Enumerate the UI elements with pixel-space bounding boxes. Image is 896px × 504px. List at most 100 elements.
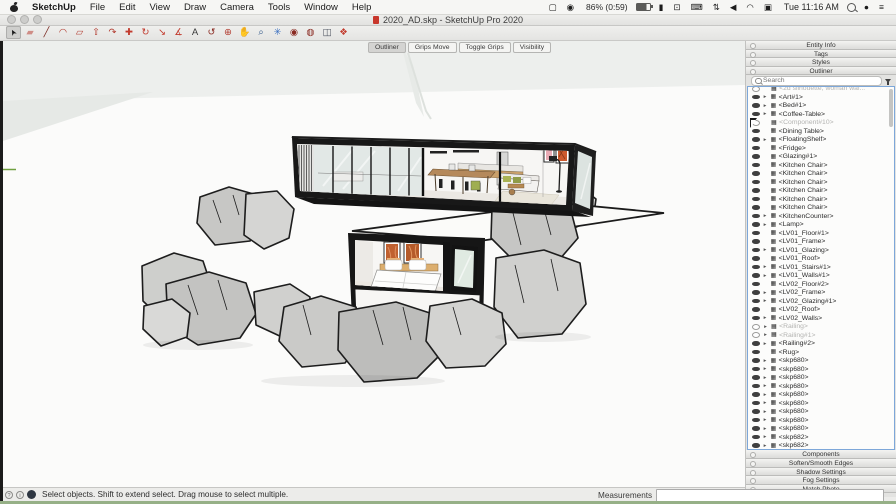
tool-button[interactable]: ❖ (336, 26, 351, 39)
status-icon[interactable]: i (16, 491, 24, 499)
outliner-row[interactable]: ▸ ▦ <skp680> (748, 356, 894, 365)
visibility-eye-icon[interactable] (752, 239, 760, 244)
outliner-row[interactable]: ▸ ▦ <skp680> (748, 424, 894, 433)
outliner-row[interactable]: ▸ ▦ <Art#1> (748, 93, 894, 102)
expand-arrow-icon[interactable]: ▸ (762, 443, 768, 449)
tray-section-header[interactable]: Tags (746, 50, 896, 59)
outliner-row[interactable]: ▸ ▦ <LV02_Floor#2> (748, 280, 894, 289)
visibility-eye-icon[interactable] (752, 214, 760, 219)
status-icon[interactable]: ? (5, 491, 13, 499)
expand-arrow-icon[interactable]: ▸ (762, 298, 768, 304)
outliner-row[interactable]: ▸ ▦ <skp680> (748, 390, 894, 399)
outliner-row[interactable]: ▸ ▦ <LV02_Glazing#1> (748, 297, 894, 306)
visibility-eye-icon[interactable] (752, 222, 760, 227)
outliner-row[interactable]: ▸ ▦ <skp680> (748, 399, 894, 408)
visibility-eye-icon[interactable] (752, 86, 760, 91)
menu-bar-icon[interactable]: ▣ (764, 2, 774, 12)
expand-arrow-icon[interactable]: ▸ (762, 426, 768, 432)
menu-item[interactable]: File (83, 2, 112, 13)
outliner-row[interactable]: ▸ ▦ <skp680> (748, 365, 894, 374)
tool-button[interactable]: ∡ (171, 26, 186, 39)
menu-bar-icon[interactable]: ● (864, 2, 871, 12)
menu-bar-icon[interactable]: ⊡ (673, 2, 682, 12)
outliner-row[interactable]: ▸ ▦ <skp682> (748, 441, 894, 450)
menu-item[interactable]: Draw (177, 2, 213, 13)
outliner-row[interactable]: ▸ ▦ <LV01_Roof> (748, 254, 894, 263)
expand-arrow-icon[interactable]: ▸ (762, 375, 768, 381)
visibility-eye-icon[interactable] (752, 375, 760, 380)
outliner-row[interactable]: ▸ ▦ <Kitchen Chair> (748, 186, 894, 195)
outliner-row[interactable]: ▸ ▦ <Kitchen Chair> (748, 195, 894, 204)
tool-button[interactable]: ⇧ (89, 26, 104, 39)
expand-arrow-icon[interactable]: ▸ (762, 222, 768, 228)
menu-bar-icon[interactable]: ◉ (567, 2, 576, 12)
tool-button[interactable]: ◍ (303, 26, 318, 39)
menu-bar-icon[interactable]: ◀ (730, 2, 739, 12)
visibility-eye-icon[interactable] (752, 163, 760, 168)
expand-arrow-icon[interactable]: ▸ (762, 247, 768, 253)
outliner-row[interactable]: ▸ ▦ <Kitchen Chair> (748, 178, 894, 187)
expand-arrow-icon[interactable]: ▸ (762, 111, 768, 117)
tray-section-header-outliner[interactable]: Outliner (746, 67, 896, 76)
outliner-row[interactable]: ▸ ▦ <skp680> (748, 382, 894, 391)
expand-arrow-icon[interactable]: ▸ (762, 341, 768, 347)
visibility-eye-icon[interactable] (752, 358, 760, 363)
status-icon[interactable] (27, 490, 36, 499)
visibility-eye-icon[interactable] (752, 341, 760, 346)
outliner-row[interactable]: ▸ ▦ <Bed#1> (748, 101, 894, 110)
extension-tab-button[interactable]: Outliner (368, 42, 406, 53)
visibility-eye-icon[interactable] (752, 367, 760, 372)
outliner-row[interactable]: ▸ ▦ <Railing#1> (748, 331, 894, 340)
menu-item[interactable]: Window (297, 2, 345, 13)
expand-arrow-icon[interactable]: ▸ (762, 358, 768, 364)
tray-section-header[interactable]: Fog Settings (746, 476, 896, 485)
tool-button[interactable]: ⌕ (254, 26, 269, 39)
outliner-row[interactable]: ▸ ▦ <Kitchen Chair> (748, 161, 894, 170)
expand-arrow-icon[interactable]: ▸ (762, 315, 768, 321)
outliner-row[interactable]: ▸ ▦ <LV01_Walls#1> (748, 271, 894, 280)
visibility-eye-icon[interactable] (752, 350, 760, 355)
visibility-eye-icon[interactable] (752, 426, 760, 431)
visibility-eye-icon[interactable] (752, 129, 760, 134)
tool-button[interactable]: ◉ (287, 26, 302, 39)
outliner-row[interactable]: ▸ ▦ <skp682> (748, 433, 894, 442)
outliner-tree[interactable]: ▸ ▦ <2d silhouette, woman wal... ▸ ▦ <Ar… (747, 86, 895, 450)
expand-arrow-icon[interactable]: ▸ (762, 273, 768, 279)
menu-bar-icon[interactable]: ◠ (746, 2, 755, 12)
tool-button[interactable]: ▱ (72, 26, 87, 39)
tray-section-header[interactable]: Soften/Smooth Edges (746, 459, 896, 468)
outliner-row[interactable]: ▸ ▦ <Railing> (748, 322, 894, 331)
outliner-row[interactable]: ▸ ▦ <LV02_Frame> (748, 288, 894, 297)
tool-button[interactable]: ▰ (23, 26, 38, 39)
tool-button[interactable]: ◫ (320, 26, 335, 39)
visibility-eye-icon[interactable] (752, 299, 760, 304)
tool-button[interactable]: ⊕ (221, 26, 236, 39)
extension-tab-button[interactable]: Toggle Grips (459, 42, 511, 53)
visibility-eye-icon[interactable] (752, 231, 760, 236)
expand-arrow-icon[interactable]: ▸ (762, 400, 768, 406)
menu-bar-icon[interactable]: 86% (0:59) (584, 2, 628, 12)
visibility-eye-icon[interactable] (752, 290, 760, 295)
expand-arrow-icon[interactable]: ▸ (762, 94, 768, 100)
tool-button[interactable]: ↷ (105, 26, 120, 39)
visibility-eye-icon[interactable] (752, 120, 760, 126)
visibility-eye-icon[interactable] (752, 282, 760, 287)
menu-bar-icon[interactable]: Tue 11:16 AM (782, 2, 839, 12)
menu-bar-icon[interactable]: ⌨ (690, 2, 704, 12)
menu-item[interactable]: Camera (213, 2, 261, 13)
visibility-eye-icon[interactable] (752, 316, 760, 321)
expand-arrow-icon[interactable]: ▸ (762, 137, 768, 143)
visibility-eye-icon[interactable] (752, 265, 760, 270)
tool-button[interactable]: ↻ (138, 26, 153, 39)
menu-item[interactable]: SketchUp (25, 2, 83, 13)
outliner-row[interactable]: ▸ ▦ <LV02_Walls> (748, 314, 894, 323)
tool-button[interactable]: ✋ (237, 26, 252, 39)
expand-arrow-icon[interactable]: ▸ (762, 392, 768, 398)
tool-button[interactable]: ↘ (155, 26, 170, 39)
outliner-row[interactable]: ▸ ▦ <Kitchen Chair> (748, 203, 894, 212)
visibility-eye-icon[interactable] (752, 180, 760, 185)
menu-bar-icon[interactable]: ▢ (549, 2, 559, 12)
visibility-eye-icon[interactable] (752, 273, 760, 278)
visibility-eye-icon[interactable] (752, 197, 760, 202)
tool-button[interactable]: ╱ (39, 26, 54, 39)
